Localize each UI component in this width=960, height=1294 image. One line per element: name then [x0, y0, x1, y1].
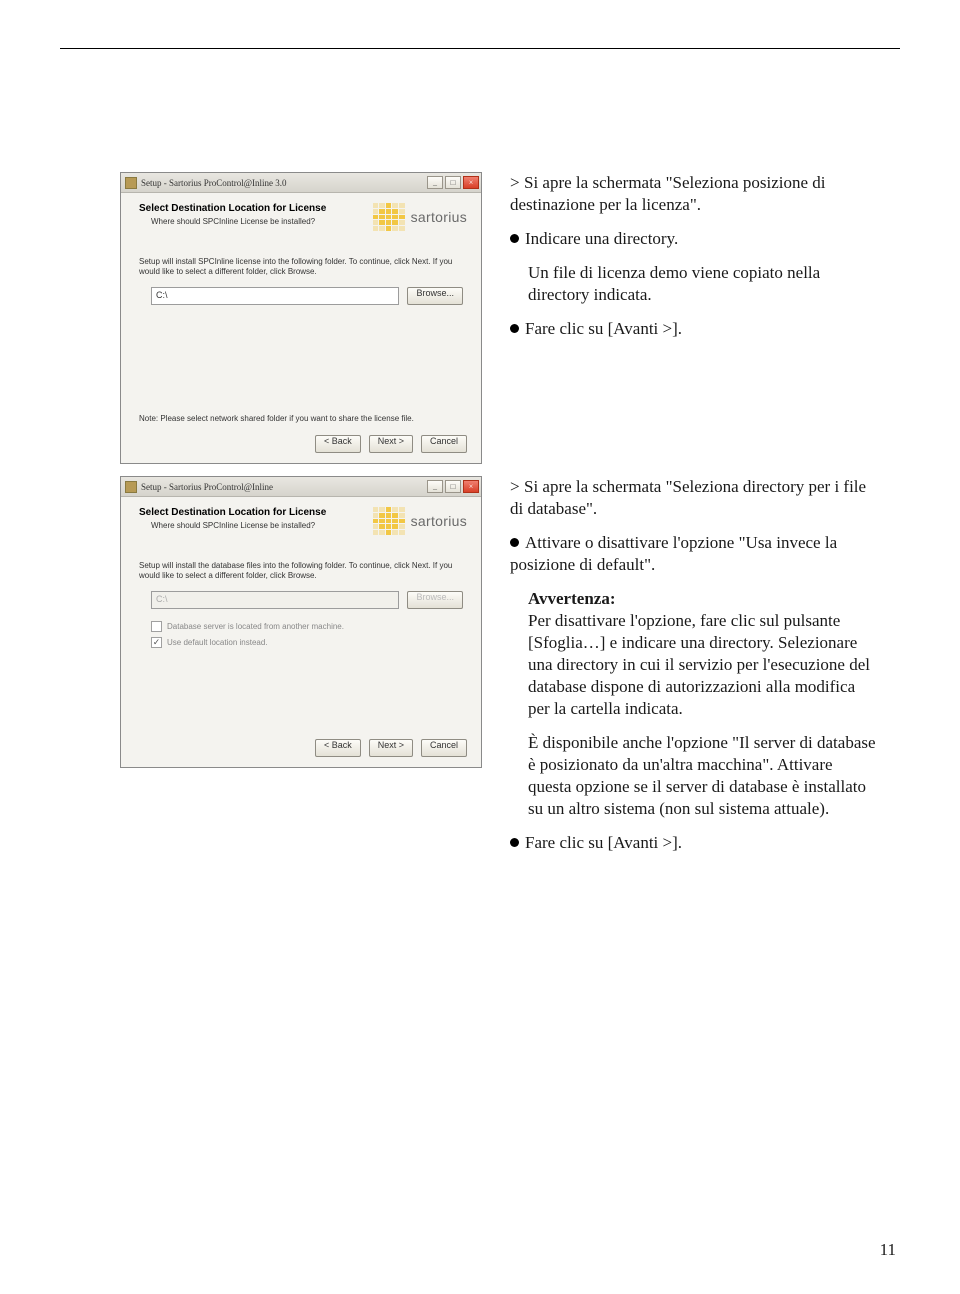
- option-note: È disponibile anche l'opzione "Il server…: [510, 732, 880, 820]
- close-button[interactable]: ×: [463, 176, 479, 189]
- cancel-button[interactable]: Cancel: [421, 739, 467, 757]
- window-buttons: _ □ ×: [427, 480, 479, 493]
- logo-icon: [373, 203, 405, 231]
- dialog-body: Select Destination Location for License …: [121, 193, 481, 463]
- app-icon: [125, 177, 137, 189]
- dialog-body: Select Destination Location for License …: [121, 497, 481, 767]
- text: Attivare o disattivare l'opzione "Usa in…: [510, 533, 837, 574]
- dialog-subheading: Where should SPCInline License be instal…: [151, 217, 351, 227]
- dialog-heading: Select Destination Location for License: [139, 507, 326, 518]
- bullet-icon: [510, 538, 519, 547]
- screenshot-2: Setup - Sartorius ProControl@Inline _ □ …: [120, 476, 482, 768]
- window-title: Setup - Sartorius ProControl@Inline 3.0: [141, 178, 427, 188]
- minimize-button[interactable]: _: [427, 176, 443, 189]
- dialog-heading: Select Destination Location for License: [139, 203, 326, 214]
- checkbox-label: Database server is located from another …: [167, 622, 344, 631]
- instruction-text: Setup will install SPCInline license int…: [139, 257, 459, 277]
- dialog-subheading: Where should SPCInline License be instal…: [151, 521, 351, 531]
- page-number: 11: [880, 1240, 896, 1260]
- titlebar: Setup - Sartorius ProControl@Inline _ □ …: [121, 477, 481, 497]
- step-next: Fare clic su [Avanti >].: [510, 318, 880, 340]
- bullet-icon: [510, 324, 519, 333]
- text-block-1: >Si apre la schermata "Seleziona posizio…: [510, 172, 880, 352]
- bullet-icon: [510, 234, 519, 243]
- window-title: Setup - Sartorius ProControl@Inline: [141, 482, 427, 492]
- path-input[interactable]: C:\: [151, 287, 399, 305]
- path-row: C:\ Browse...: [151, 287, 463, 305]
- button-row: < Back Next > Cancel: [315, 739, 467, 757]
- instruction-text: Setup will install the database files in…: [139, 561, 459, 581]
- maximize-button[interactable]: □: [445, 480, 461, 493]
- next-button[interactable]: Next >: [369, 739, 413, 757]
- warning: Avvertenza: Per disattivare l'opzione, f…: [510, 588, 880, 720]
- screenshot-1: Setup - Sartorius ProControl@Inline 3.0 …: [120, 172, 482, 464]
- text: È disponibile anche l'opzione "Il server…: [528, 733, 876, 818]
- checkbox-unchecked[interactable]: [151, 621, 162, 632]
- note-copied: Un file di licenza demo viene copiato ne…: [510, 262, 880, 306]
- text-block-2: >Si apre la schermata "Seleziona directo…: [510, 476, 880, 866]
- cancel-button[interactable]: Cancel: [421, 435, 467, 453]
- bullet-icon: [510, 838, 519, 847]
- minimize-button[interactable]: _: [427, 480, 443, 493]
- text: Indicare una directory.: [525, 229, 678, 248]
- text: Fare clic su [Avanti >].: [525, 833, 682, 852]
- checkbox-row-1: Database server is located from another …: [151, 621, 344, 632]
- warning-title: Avvertenza:: [528, 589, 615, 608]
- checkbox-row-2: ✓ Use default location instead.: [151, 637, 268, 648]
- path-input-disabled: C:\: [151, 591, 399, 609]
- titlebar: Setup - Sartorius ProControl@Inline 3.0 …: [121, 173, 481, 193]
- step-open: >Si apre la schermata "Seleziona posizio…: [510, 172, 880, 216]
- step-toggle: Attivare o disattivare l'opzione "Usa in…: [510, 532, 880, 576]
- close-button[interactable]: ×: [463, 480, 479, 493]
- step-next: Fare clic su [Avanti >].: [510, 832, 880, 854]
- text: Si apre la schermata "Seleziona posizion…: [510, 173, 826, 214]
- logo-icon: [373, 507, 405, 535]
- brand-logo: sartorius: [373, 507, 467, 535]
- page: Setup - Sartorius ProControl@Inline 3.0 …: [0, 0, 960, 1294]
- brand-logo: sartorius: [373, 203, 467, 231]
- button-row: < Back Next > Cancel: [315, 435, 467, 453]
- checkbox-label: Use default location instead.: [167, 638, 268, 647]
- logo-text: sartorius: [411, 209, 467, 225]
- path-row: C:\ Browse...: [151, 591, 463, 609]
- top-rule: [60, 48, 900, 49]
- step-indicate: Indicare una directory.: [510, 228, 880, 250]
- text: Fare clic su [Avanti >].: [525, 319, 682, 338]
- back-button[interactable]: < Back: [315, 435, 361, 453]
- next-button[interactable]: Next >: [369, 435, 413, 453]
- logo-text: sartorius: [411, 513, 467, 529]
- back-button[interactable]: < Back: [315, 739, 361, 757]
- note-text: Note: Please select network shared folde…: [139, 414, 459, 423]
- browse-button[interactable]: Browse...: [407, 287, 463, 305]
- checkbox-checked[interactable]: ✓: [151, 637, 162, 648]
- window-buttons: _ □ ×: [427, 176, 479, 189]
- step-open: >Si apre la schermata "Seleziona directo…: [510, 476, 880, 520]
- warning-body: Per disattivare l'opzione, fare clic sul…: [528, 611, 870, 718]
- maximize-button[interactable]: □: [445, 176, 461, 189]
- text: Si apre la schermata "Seleziona director…: [510, 477, 866, 518]
- app-icon: [125, 481, 137, 493]
- browse-button-disabled: Browse...: [407, 591, 463, 609]
- text: Un file di licenza demo viene copiato ne…: [528, 263, 820, 304]
